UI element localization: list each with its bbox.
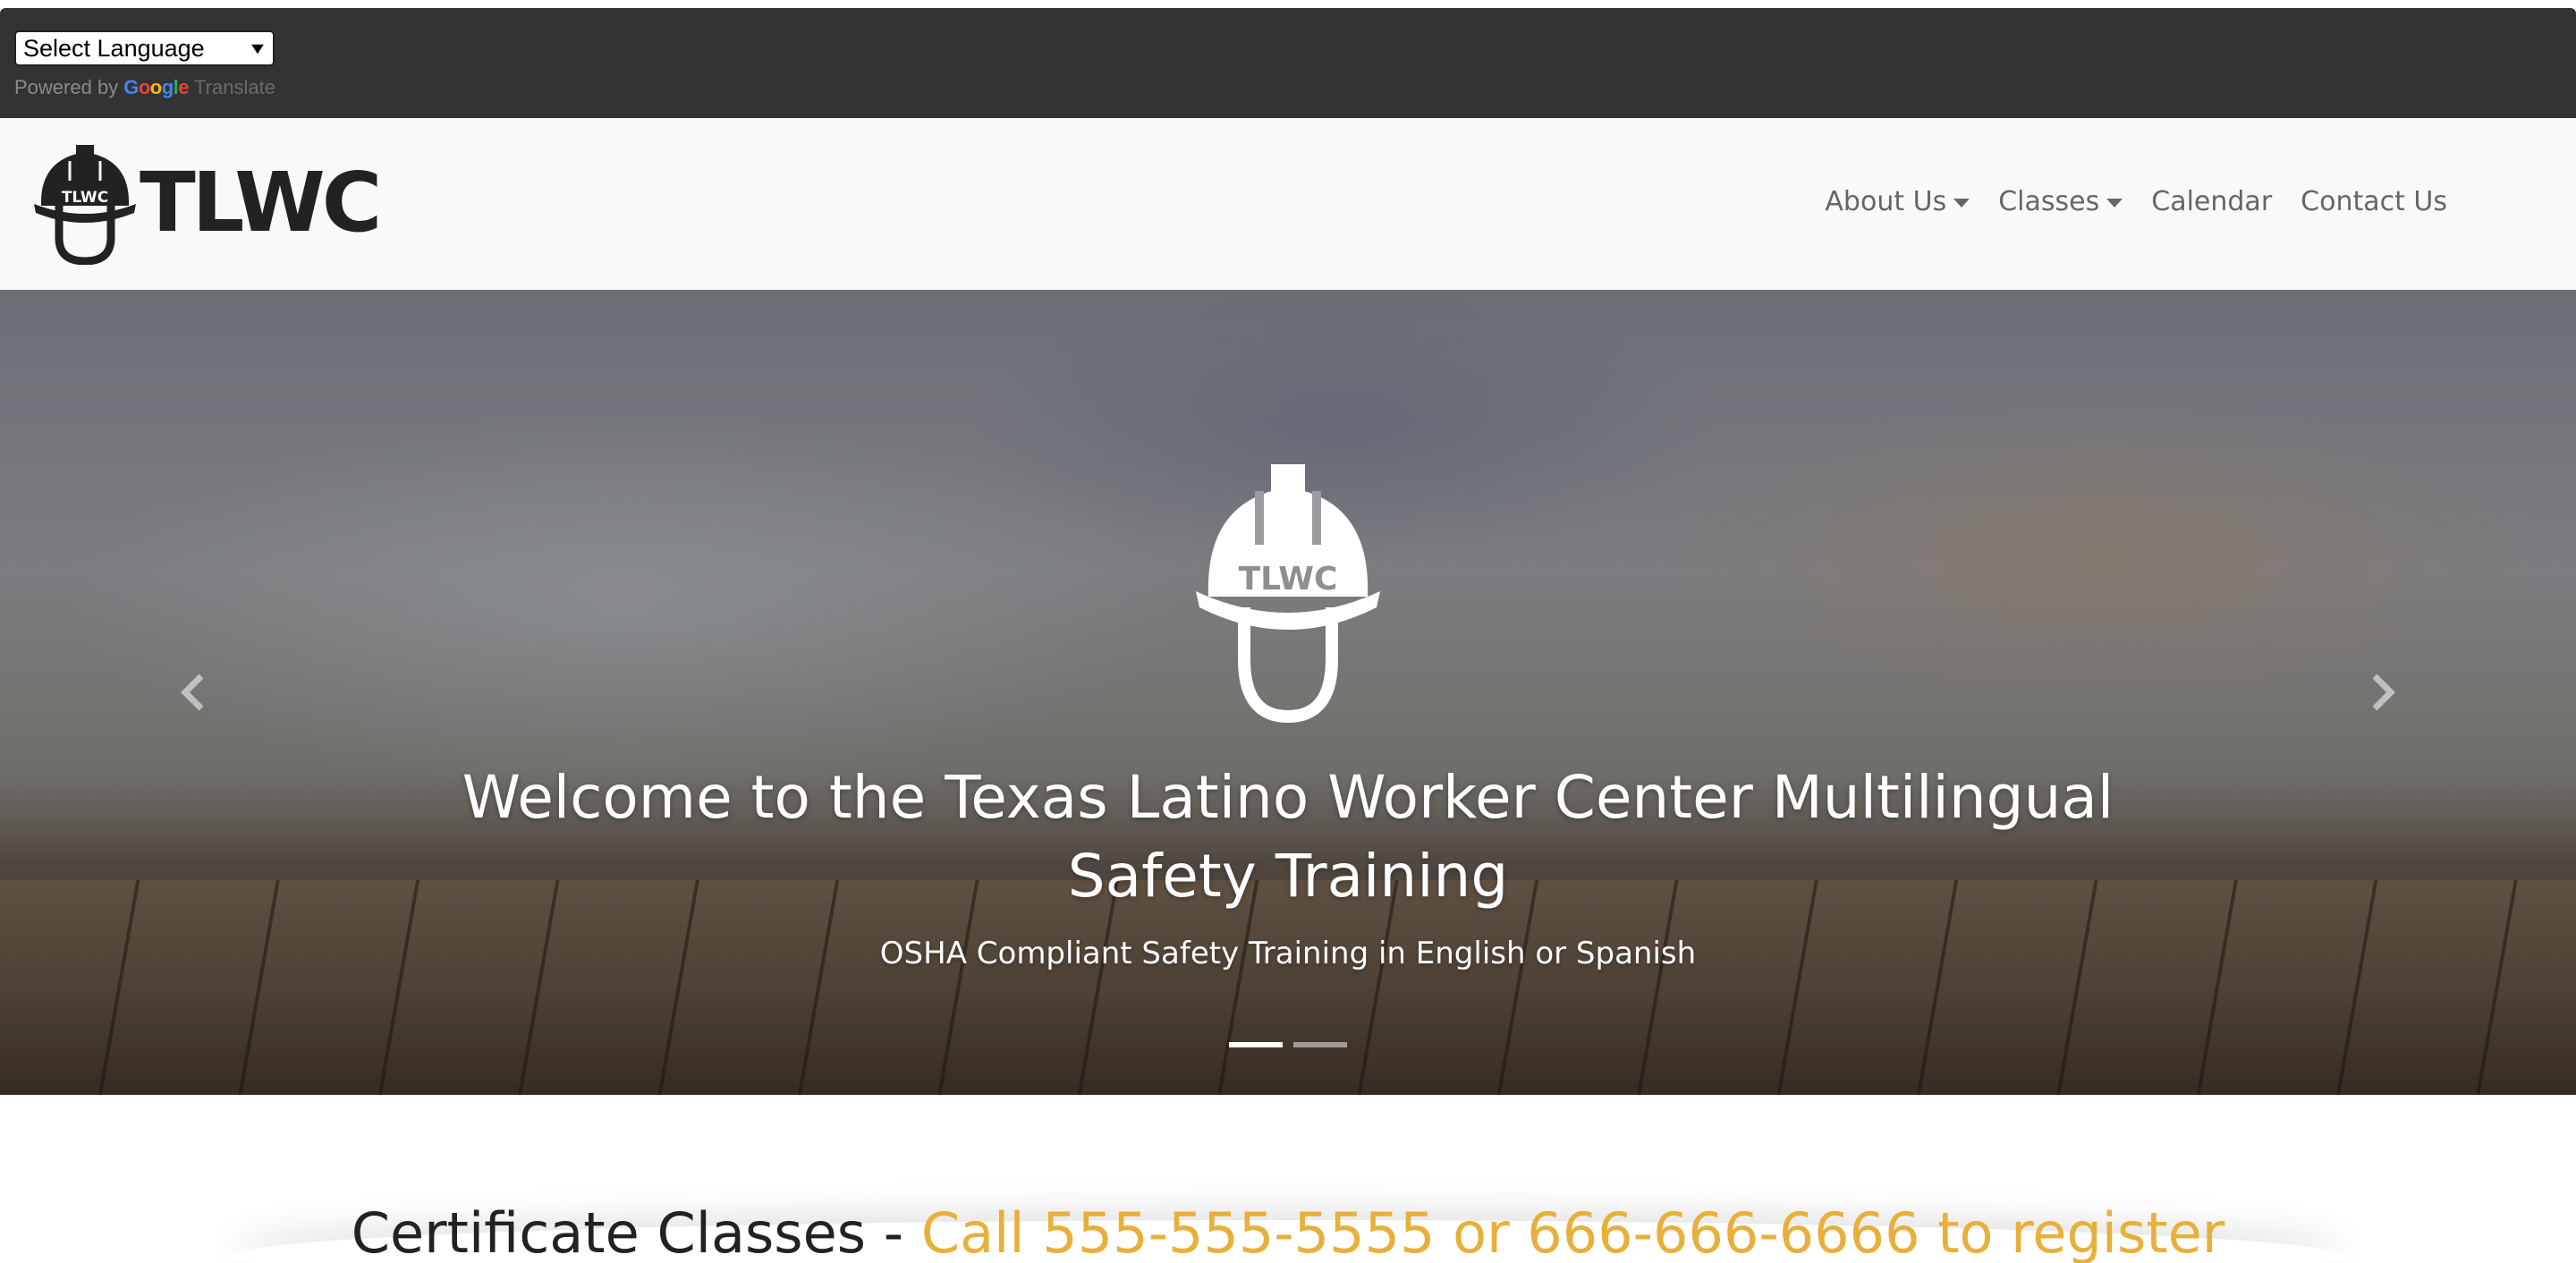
hero-title: Welcome to the Texas Latino Worker Cente…: [462, 763, 2114, 911]
main-nav: About Us Classes Calendar Contact Us: [1825, 186, 2447, 217]
google-translate-bar: Select Language ▼ Powered by Google Tran…: [0, 8, 2576, 118]
powered-by-label: Powered by: [14, 76, 119, 98]
certificate-heading-phone: Call 555-555-5555 or 666-666-6666 to reg…: [920, 1200, 2225, 1263]
chevron-down-icon: ▼: [247, 38, 268, 57]
hard-hat-hero-icon: TLWC: [1196, 464, 1380, 724]
hero-logo-badge-text: TLWC: [1239, 561, 1338, 598]
carousel-indicators: [1229, 1042, 1347, 1047]
certificate-heading-prefix: Certificate Classes -: [351, 1200, 921, 1263]
nav-item-label: Contact Us: [2301, 186, 2447, 217]
chevron-left-icon: [181, 674, 204, 711]
hard-hat-logo-icon: TLWC: [34, 145, 136, 265]
logo-badge-text: TLWC: [62, 189, 108, 207]
carousel-prev-button[interactable]: [166, 665, 220, 719]
brand-logo-link[interactable]: TLWC TLWC: [32, 141, 382, 265]
carousel-next-button[interactable]: [2356, 665, 2410, 719]
powered-by-google: Powered by Google Translate: [14, 76, 275, 99]
nav-item-contact-us[interactable]: Contact Us: [2301, 186, 2447, 217]
translate-link[interactable]: Translate: [194, 76, 275, 99]
navbar: TLWC TLWC About Us Classes Calendar Cont…: [0, 118, 2576, 290]
hero-subtitle: OSHA Compliant Safety Training in Englis…: [879, 936, 1697, 971]
certificate-classes-heading: Certificate Classes - Call 555-555-5555 …: [0, 1200, 2576, 1263]
language-select-value: Select Language: [23, 34, 205, 62]
carousel-indicator-2[interactable]: [1293, 1042, 1347, 1047]
brand-text: TLWC: [140, 155, 382, 250]
nav-item-label: Classes: [1998, 186, 2100, 217]
nav-item-label: Calendar: [2151, 186, 2273, 217]
carousel-indicator-1[interactable]: [1229, 1042, 1283, 1047]
nav-item-calendar[interactable]: Calendar: [2151, 186, 2272, 217]
caret-down-icon: [1953, 198, 1970, 208]
nav-item-about-us[interactable]: About Us: [1825, 186, 1970, 217]
chevron-right-icon: [2372, 674, 2395, 711]
caret-down-icon: [2106, 198, 2123, 208]
nav-item-label: About Us: [1825, 186, 1947, 217]
google-logo: Google: [123, 76, 190, 98]
nav-item-classes[interactable]: Classes: [1998, 186, 2123, 217]
language-select[interactable]: Select Language ▼: [14, 30, 275, 66]
hero-carousel: TLWC Welcome to the Texas Latino Worker …: [0, 290, 2576, 1095]
certificate-classes-section: Certificate Classes - Call 555-555-5555 …: [0, 1095, 2576, 1263]
